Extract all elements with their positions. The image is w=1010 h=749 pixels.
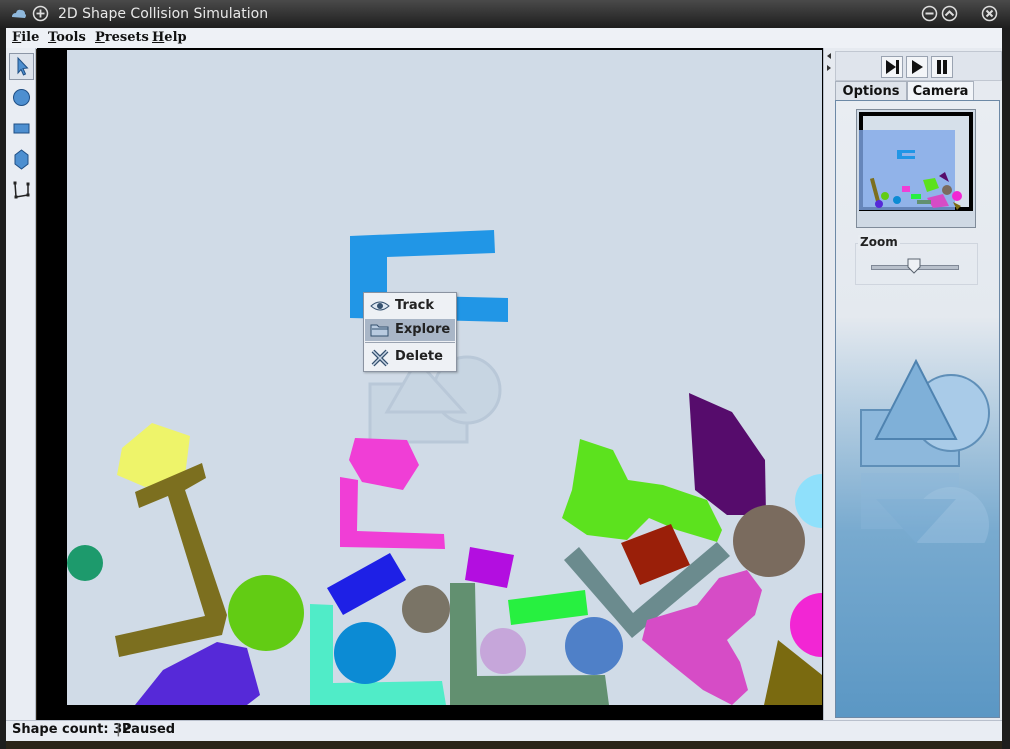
shape-green-circle-small[interactable]	[67, 545, 103, 581]
play-icon	[912, 60, 923, 74]
context-menu-delete[interactable]: Delete	[365, 346, 455, 368]
delete-x-icon	[371, 349, 389, 367]
shape-steel-circle[interactable]	[565, 617, 623, 675]
context-menu-separator	[365, 342, 455, 343]
select-pointer-icon	[17, 56, 29, 76]
context-menu-delete-label: Delete	[395, 349, 443, 364]
menubar: File Tools Presets Help	[6, 28, 1002, 49]
panel-logo-icon	[860, 358, 990, 543]
eye-icon	[370, 301, 390, 311]
zoom-label: Zoom	[858, 235, 900, 249]
context-menu-explore-label: Explore	[395, 322, 451, 337]
shape-count-text: Shape count: 32	[12, 722, 132, 737]
link-tool-icon	[13, 181, 30, 199]
rectangle-tool-button[interactable]	[9, 115, 34, 142]
tab-camera-label: Camera	[912, 84, 969, 99]
menu-file-mnemonic: F	[12, 30, 22, 45]
right-control-panel: Options Camera Zoom	[833, 48, 1002, 720]
shape-blue-circle[interactable]	[334, 622, 396, 684]
shape-purple-square[interactable]	[465, 547, 514, 588]
menu-presets-label: resets	[104, 30, 149, 45]
menu-presets-mnemonic: P	[95, 30, 105, 45]
menu-presets[interactable]: Presets	[95, 30, 149, 45]
shape-context-menu: Track Explore Delete	[363, 292, 457, 372]
link-tool-button[interactable]	[9, 177, 34, 204]
window-titlebar: 2D Shape Collision Simulation	[0, 0, 1010, 28]
context-menu-explore[interactable]: Explore	[365, 319, 455, 341]
tab-options-label: Options	[842, 84, 900, 99]
circle-tool-icon	[13, 89, 30, 106]
app-cloud-icon	[12, 9, 26, 18]
select-tool-button[interactable]	[9, 53, 34, 80]
collapse-arrows-icon[interactable]	[825, 50, 833, 80]
menu-help-mnemonic: H	[152, 30, 165, 45]
polygon-tool-icon	[14, 149, 29, 170]
shape-brown-circle[interactable]	[733, 505, 805, 577]
tab-camera[interactable]: Camera	[907, 81, 974, 101]
pause-icon	[937, 60, 947, 74]
shape-cyan-circle[interactable]	[795, 474, 822, 528]
window-frame-right	[1002, 28, 1010, 749]
simulation-state-text: Paused	[122, 722, 176, 737]
menu-tools-label: ools	[56, 30, 86, 45]
shape-olive-lbar[interactable]	[115, 463, 227, 657]
context-menu-track[interactable]: Track	[365, 295, 455, 317]
step-forward-icon	[886, 60, 899, 74]
pause-button[interactable]	[931, 56, 953, 78]
shape-green-bar[interactable]	[508, 590, 588, 625]
simulation-canvas[interactable]	[67, 50, 822, 705]
polygon-tool-button[interactable]	[9, 146, 34, 173]
menu-tools-mnemonic: T	[48, 30, 57, 45]
status-bar: Shape count: 32 | Paused	[6, 720, 1002, 741]
shape-toolbar	[6, 48, 36, 720]
window-title: 2D Shape Collision Simulation	[58, 6, 269, 22]
maximize-icon[interactable]	[941, 5, 958, 22]
shape-violet-polygon[interactable]	[135, 642, 260, 705]
shape-pink-pentagon[interactable]	[349, 438, 419, 490]
play-button[interactable]	[906, 56, 928, 78]
shape-magenta-circle[interactable]	[790, 593, 822, 657]
rectangle-tool-icon	[13, 123, 30, 134]
shape-gray-circle[interactable]	[402, 585, 450, 633]
menu-help-label: elp	[164, 30, 187, 45]
close-icon[interactable]	[981, 5, 998, 22]
folder-icon	[370, 324, 389, 337]
shape-purple-polygon[interactable]	[689, 393, 766, 515]
status-separator: |	[116, 722, 121, 737]
shape-blue-rect[interactable]	[327, 553, 406, 615]
circle-tool-button[interactable]	[9, 84, 34, 111]
shape-lavender-circle[interactable]	[480, 628, 526, 674]
shape-lime-circle[interactable]	[228, 575, 304, 651]
minimize-icon[interactable]	[921, 5, 938, 22]
menu-help[interactable]: Help	[152, 30, 187, 45]
simulation-scene[interactable]	[67, 50, 822, 705]
camera-minimap[interactable]	[857, 110, 975, 227]
camera-preview[interactable]	[856, 109, 976, 228]
new-window-plus-icon[interactable]	[32, 5, 49, 22]
menu-file[interactable]: File	[12, 30, 39, 45]
zoom-slider[interactable]	[871, 258, 959, 274]
zoom-slider-thumb[interactable]	[907, 258, 921, 274]
menu-file-label: ile	[21, 30, 40, 45]
playback-controls	[835, 51, 1002, 81]
step-forward-button[interactable]	[881, 56, 903, 78]
context-menu-track-label: Track	[395, 298, 434, 313]
tab-options[interactable]: Options	[835, 81, 907, 101]
menu-tools[interactable]: Tools	[48, 30, 86, 45]
